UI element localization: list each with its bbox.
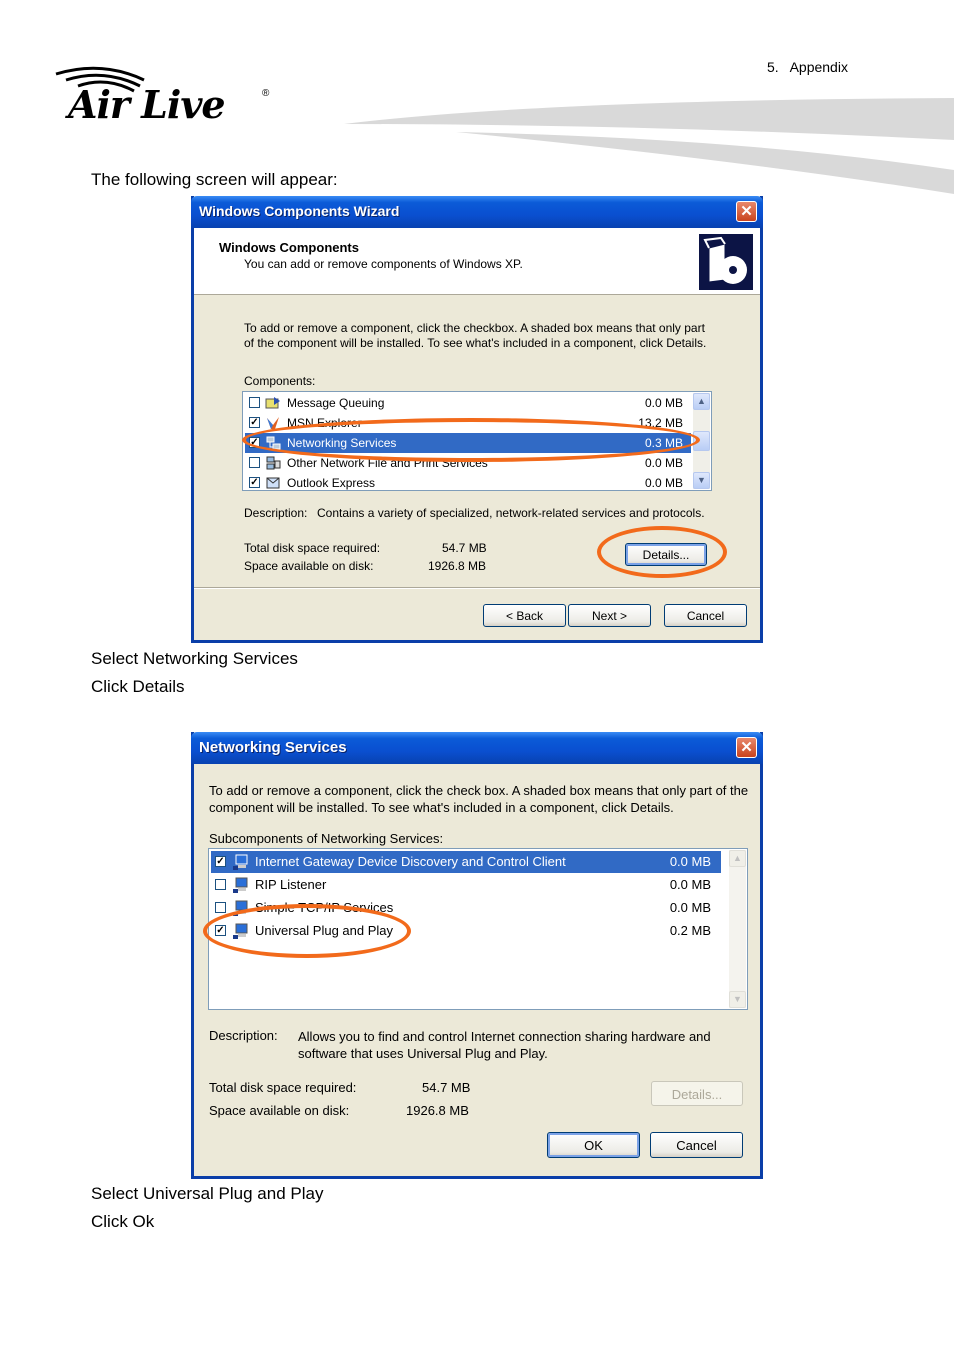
windows-components-wizard: Windows Components Wizard ✕ Windows Comp… <box>191 196 763 643</box>
chevron-up-icon: ▲ <box>697 396 706 406</box>
subcomponent-size: 0.0 MB <box>669 854 711 869</box>
chevron-up-icon: ▲ <box>733 853 742 863</box>
computer-network-icon <box>233 854 248 870</box>
chevron-down-icon: ▼ <box>697 475 706 485</box>
cancel-button[interactable]: Cancel <box>650 1132 743 1158</box>
netsvc-instruction: To add or remove a component, click the … <box>209 783 749 815</box>
subcomponent-size: 0.0 MB <box>669 877 711 892</box>
scroll-down-button[interactable]: ▼ <box>693 472 710 489</box>
highlight-oval-details <box>597 526 727 578</box>
component-name: Message Queuing <box>287 396 385 410</box>
close-icon: ✕ <box>740 203 753 220</box>
total-disk-value: 54.7 MB <box>442 541 487 555</box>
network-printer-icon <box>266 456 281 470</box>
step1-click-text: Click Details <box>91 677 185 696</box>
subcomponent-size: 0.0 MB <box>669 900 711 915</box>
netsvc-description-label: Description: <box>209 1028 278 1043</box>
component-row[interactable]: Message Queuing 0.0 MB <box>245 393 691 413</box>
netsvc-total-disk-value: 54.7 MB <box>422 1080 471 1095</box>
checkbox-other-network-file-print[interactable] <box>249 457 260 468</box>
components-label: Components: <box>244 374 316 388</box>
checkbox-message-queuing[interactable] <box>249 397 260 408</box>
header-swoosh <box>344 98 954 194</box>
wizard-title: Windows Components Wizard <box>199 203 400 219</box>
wizard-heading: Windows Components <box>219 240 359 255</box>
close-button[interactable]: ✕ <box>736 201 757 222</box>
space-available-label: Space available on disk: <box>244 559 374 573</box>
checkbox-igd-client[interactable]: ✓ <box>215 856 226 867</box>
details-button-disabled[interactable]: Details... <box>651 1081 743 1106</box>
netsvc-total-disk-label: Total disk space required: <box>209 1080 357 1095</box>
logo-registered: ® <box>262 88 270 99</box>
back-button[interactable]: < Back <box>483 604 566 627</box>
close-icon: ✕ <box>740 739 753 756</box>
subcomponents-scrollbar[interactable]: ▲ ▼ <box>729 850 746 1008</box>
description-text: Contains a variety of specialized, netwo… <box>317 506 705 520</box>
wizard-footer-divider <box>194 587 760 589</box>
space-available-value: 1926.8 MB <box>428 559 487 573</box>
subcomponent-size: 0.2 MB <box>669 923 711 938</box>
netsvc-description-text: Allows you to find and control Internet … <box>298 1029 711 1061</box>
highlight-oval-upnp <box>203 904 411 958</box>
subcomponent-row[interactable]: RIP Listener 0.0 MB <box>211 874 721 896</box>
subcomponent-row-selected[interactable]: ✓ Internet Gateway Device Discovery and … <box>211 851 721 873</box>
computer-network-icon <box>233 877 248 893</box>
networking-services-dialog: Networking Services ✕ To add or remove a… <box>191 732 763 1179</box>
netsvc-space-available-value: 1926.8 MB <box>406 1103 469 1118</box>
outlook-icon <box>266 477 280 489</box>
checkbox-outlook-express[interactable]: ✓ <box>249 477 260 488</box>
subcomponent-name: RIP Listener <box>255 877 327 892</box>
subcomponents-label: Subcomponents of Networking Services: <box>209 831 444 846</box>
close-button[interactable]: ✕ <box>736 737 757 758</box>
checkbox-rip-listener[interactable] <box>215 879 226 890</box>
section-header: 5. Appendix <box>767 59 848 75</box>
scroll-down-button[interactable]: ▼ <box>729 991 746 1008</box>
netsvc-titlebar[interactable]: Networking Services ✕ <box>191 732 763 764</box>
wizard-titlebar[interactable]: Windows Components Wizard ✕ <box>191 196 763 228</box>
ok-button[interactable]: OK <box>547 1132 640 1158</box>
logo-text: Air Live <box>68 82 226 127</box>
wizard-instruction: To add or remove a component, click the … <box>244 321 707 350</box>
netsvc-title: Networking Services <box>199 739 347 756</box>
next-button[interactable]: Next > <box>568 604 651 627</box>
highlight-oval-networking-services <box>242 418 700 462</box>
total-disk-label: Total disk space required: <box>244 541 381 555</box>
scroll-up-button[interactable]: ▲ <box>729 850 746 867</box>
component-size: 0.0 MB <box>644 456 683 470</box>
component-size: 0.0 MB <box>644 396 683 410</box>
step2-select-text: Select Universal Plug and Play <box>91 1184 324 1203</box>
subcomponent-name: Internet Gateway Device Discovery and Co… <box>255 854 566 869</box>
checkbox-msn-explorer[interactable]: ✓ <box>249 417 260 428</box>
wizard-header-panel: Windows Components You can add or remove… <box>194 228 760 295</box>
component-name: Outlook Express <box>287 476 376 490</box>
checkbox-simple-tcpip[interactable] <box>215 902 226 913</box>
netsvc-space-available-label: Space available on disk: <box>209 1103 350 1118</box>
component-size: 0.0 MB <box>644 476 683 490</box>
step2-click-text: Click Ok <box>91 1212 155 1231</box>
intro-text: The following screen will appear: <box>91 170 338 189</box>
wizard-subheading: You can add or remove components of Wind… <box>244 257 523 271</box>
step1-select-text: Select Networking Services <box>91 649 298 668</box>
windows-components-box-cd-icon <box>699 234 753 290</box>
chevron-down-icon: ▼ <box>733 994 742 1004</box>
scroll-up-button[interactable]: ▲ <box>693 393 710 410</box>
cancel-button[interactable]: Cancel <box>664 604 747 627</box>
airlive-logo: Air Live ® <box>52 60 282 128</box>
description-label: Description: <box>244 506 308 520</box>
component-row[interactable]: ✓ Outlook Express 0.0 MB <box>245 473 691 490</box>
message-queue-icon <box>265 397 280 409</box>
